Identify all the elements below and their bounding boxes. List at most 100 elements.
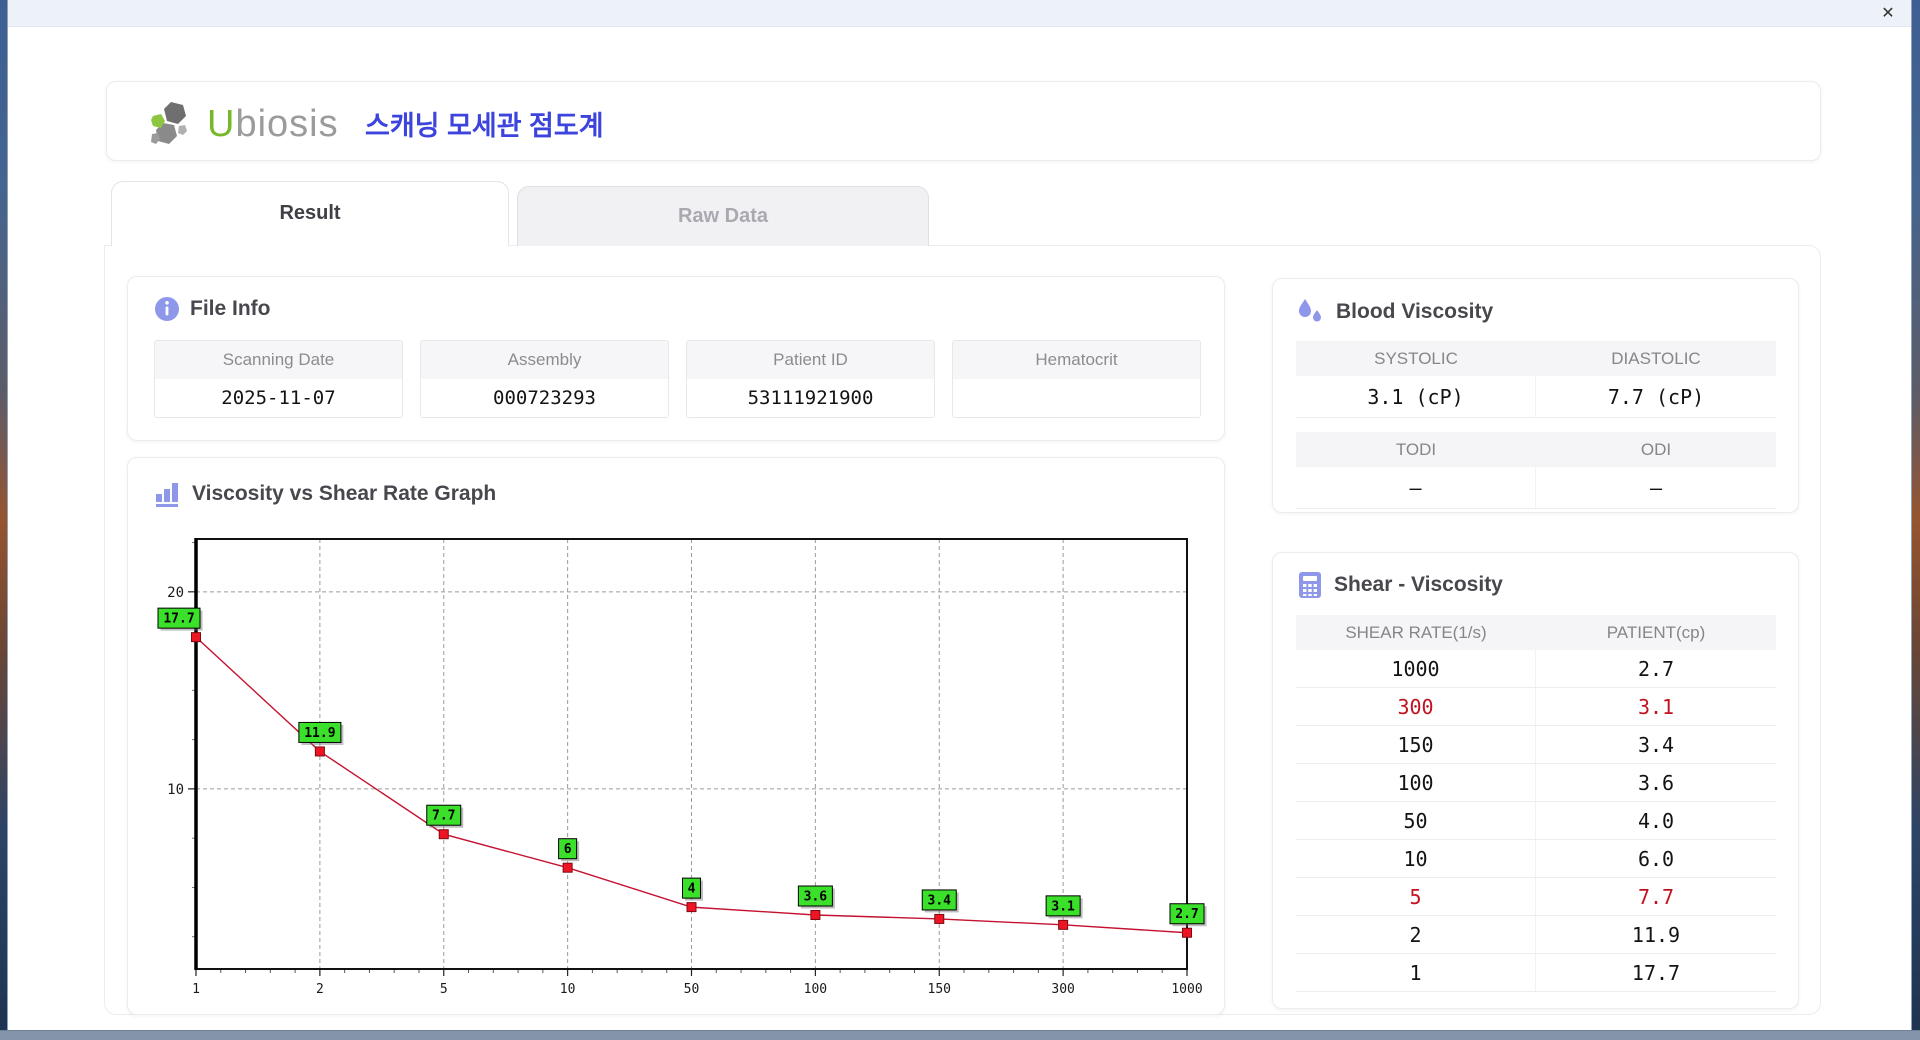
x-tick-label: 300 <box>1051 982 1074 997</box>
blood-viscosity-table: SYSTOLIC DIASTOLIC 3.1 (cP) 7.7 (cP) TODI ODI… <box>1296 341 1776 523</box>
app-window: ✕ Ubiosis 스캐닝 모세관 점도계 Result Raw Data Fi… <box>7 0 1912 1030</box>
data-point-marker <box>810 910 821 921</box>
data-point-marker <box>314 746 325 757</box>
bv-label: DIASTOLIC <box>1536 341 1776 376</box>
point-label: 3.1 <box>1051 899 1075 914</box>
patient-value-cell: 17.7 <box>1536 954 1776 992</box>
close-icon[interactable]: ✕ <box>1877 3 1899 24</box>
field-value: 53111921900 <box>687 379 934 417</box>
shear-viscosity-title: Shear - Viscosity <box>1334 573 1503 596</box>
bv-group: SYSTOLIC DIASTOLIC 3.1 (cP) 7.7 (cP) <box>1296 341 1776 418</box>
table-row: 5 7.7 <box>1296 878 1776 916</box>
header-card: Ubiosis 스캐닝 모세관 점도계 <box>106 81 1821 161</box>
y-tick-label: 10 <box>167 782 184 798</box>
x-tick-label: 150 <box>928 982 951 997</box>
graph-card: Viscosity vs Shear Rate Graph 1 2 5 10 50 100… <box>127 457 1225 1015</box>
file-info-field: Assembly 000723293 <box>420 340 669 418</box>
shear-rate-cell: 150 <box>1296 726 1536 764</box>
data-point-marker <box>1182 927 1192 938</box>
file-info-field: Hematocrit <box>952 340 1201 418</box>
shear-rate-cell: 1 <box>1296 954 1536 992</box>
field-label: Hematocrit <box>953 341 1200 379</box>
bv-value: 7.7 (cP) <box>1536 376 1776 418</box>
bv-value: – <box>1296 467 1536 509</box>
shear-rate-cell: 300 <box>1296 688 1536 726</box>
shear-viscosity-card: Shear - Viscosity SHEAR RATE(1/s) PATIEN… <box>1272 552 1799 1009</box>
field-label: Assembly <box>421 341 668 379</box>
patient-value-cell: 11.9 <box>1536 916 1776 954</box>
shear-rate-cell: 10 <box>1296 840 1536 878</box>
blood-viscosity-card: Blood Viscosity SYSTOLIC DIASTOLIC 3.1 (cP… <box>1272 278 1799 513</box>
field-label: Scanning Date <box>155 341 402 379</box>
point-label: 3.4 <box>928 893 952 908</box>
patient-value-cell: 3.6 <box>1536 764 1776 802</box>
bv-group: TODI ODI – – <box>1296 432 1776 509</box>
bv-header-row: SYSTOLIC DIASTOLIC <box>1296 341 1776 376</box>
screen: ✕ Ubiosis 스캐닝 모세관 점도계 Result Raw Data Fi… <box>0 0 1920 1040</box>
calculator-icon <box>1299 572 1321 598</box>
shear-rate-cell: 2 <box>1296 916 1536 954</box>
viscosity-chart: 1 2 5 10 50 100 150 300 1000 10 20 17.7 11.9 7.7 6 4 3.6… <box>157 538 1207 997</box>
tab-raw-data[interactable]: Raw Data <box>517 186 929 246</box>
x-tick-label: 10 <box>560 982 576 997</box>
point-label: 17.7 <box>163 612 194 627</box>
bv-value-row: 3.1 (cP) 7.7 (cP) <box>1296 376 1776 418</box>
patient-value-cell: 6.0 <box>1536 840 1776 878</box>
data-point-marker <box>191 632 201 643</box>
shear-rate-cell: 1000 <box>1296 650 1536 688</box>
field-label: Patient ID <box>687 341 934 379</box>
file-info-fields: Scanning Date 2025-11-07 Assembly 000723293… <box>154 340 1201 418</box>
shear-table-rows: 1000 2.7 300 3.1 150 3.4 100 3.6 50 4.0 10 6.0 5 7.7 2… <box>1296 650 1776 992</box>
x-tick-label: 50 <box>684 982 700 997</box>
tab-result[interactable]: Result <box>111 181 509 246</box>
patient-value-cell: 7.7 <box>1536 878 1776 916</box>
logo-rest: biosis <box>235 102 339 145</box>
shear-rate-column-header: SHEAR RATE(1/s) <box>1296 615 1536 650</box>
file-info-field: Scanning Date 2025-11-07 <box>154 340 403 418</box>
bv-value: – <box>1536 467 1776 509</box>
x-tick-label: 5 <box>440 982 448 997</box>
result-panel: File Info Scanning Date 2025-11-07 Assembl… <box>104 245 1821 1015</box>
data-point-marker <box>438 829 449 840</box>
file-info-field: Patient ID 53111921900 <box>686 340 935 418</box>
bv-value: 3.1 (cP) <box>1296 376 1536 418</box>
table-row: 50 4.0 <box>1296 802 1776 840</box>
point-label: 6 <box>564 842 572 857</box>
table-row: 10 6.0 <box>1296 840 1776 878</box>
app-title: 스캐닝 모세관 점도계 <box>365 111 604 141</box>
data-point-marker <box>934 913 945 924</box>
field-value: 2025-11-07 <box>155 379 402 417</box>
blood-viscosity-title: Blood Viscosity <box>1336 300 1494 323</box>
field-value <box>953 379 1200 417</box>
x-tick-label: 2 <box>316 982 324 997</box>
shear-rate-cell: 50 <box>1296 802 1536 840</box>
point-label: 4 <box>688 882 696 897</box>
point-label: 2.7 <box>1175 907 1198 922</box>
data-point-marker <box>686 902 697 913</box>
table-row: 1000 2.7 <box>1296 650 1776 688</box>
x-tick-label: 1 <box>192 982 200 997</box>
bv-label: SYSTOLIC <box>1296 341 1536 376</box>
patient-value-cell: 4.0 <box>1536 802 1776 840</box>
file-info-title: File Info <box>190 297 271 320</box>
x-tick-label: 100 <box>804 982 827 997</box>
bv-label: TODI <box>1296 432 1536 467</box>
point-label: 7.7 <box>432 809 455 824</box>
patient-column-header: PATIENT(cp) <box>1536 615 1776 650</box>
table-row: 150 3.4 <box>1296 726 1776 764</box>
patient-value-cell: 3.4 <box>1536 726 1776 764</box>
table-row: 1 17.7 <box>1296 954 1776 992</box>
data-point-marker <box>562 862 573 873</box>
y-tick-label: 20 <box>167 585 184 601</box>
shear-rate-cell: 5 <box>1296 878 1536 916</box>
bv-value-row: – – <box>1296 467 1776 509</box>
x-tick-label: 1000 <box>1171 982 1202 997</box>
logo-text: Ubiosis <box>207 103 339 146</box>
patient-value-cell: 3.1 <box>1536 688 1776 726</box>
shear-viscosity-table: SHEAR RATE(1/s) PATIENT(cp) 1000 2.7 300 3.… <box>1296 615 1776 992</box>
point-label: 11.9 <box>304 726 335 741</box>
ubiosis-logo-icon <box>151 102 187 144</box>
ubiosis-logo: Ubiosis <box>149 98 339 150</box>
logo-u: U <box>207 102 236 145</box>
shear-rate-cell: 100 <box>1296 764 1536 802</box>
